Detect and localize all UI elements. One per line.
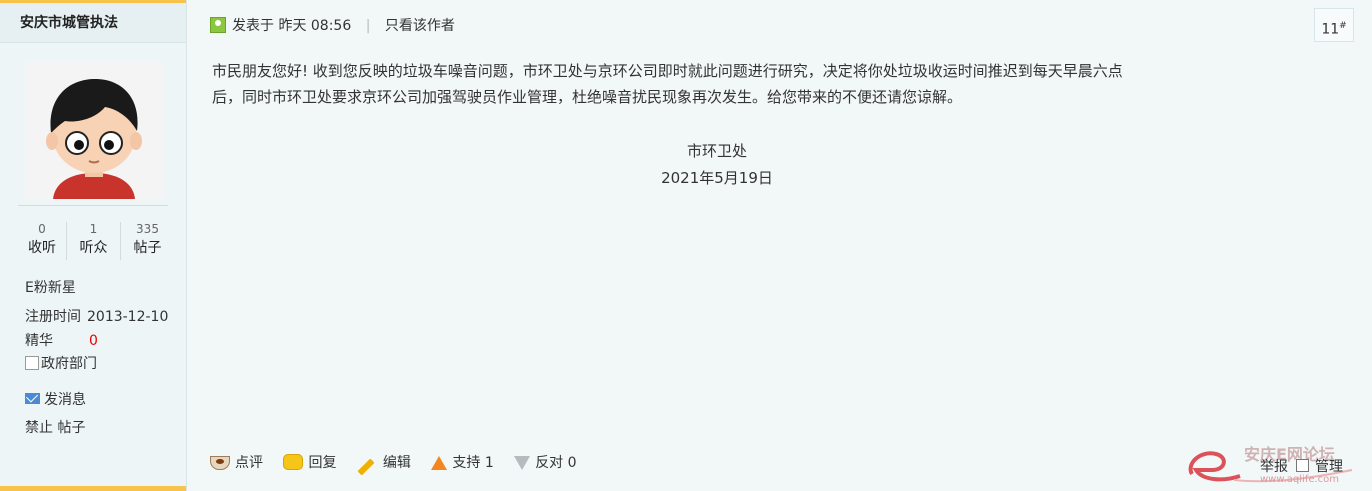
author-stats: 0 收听 1 听众 335 帖子	[18, 220, 168, 260]
ban-link[interactable]: 禁止	[25, 420, 53, 436]
edit-label: 编辑	[382, 455, 411, 471]
posted-label: 发表于	[232, 18, 274, 34]
manage-label[interactable]: 管理	[1315, 459, 1343, 475]
coffee-cup-icon	[210, 456, 230, 470]
signature-date: 2021年5月19日	[661, 169, 773, 187]
post-meta: 发表于 昨天 08:56 | 只看该作者	[210, 15, 455, 35]
post-content: 市民朋友您好! 收到您反映的垃圾车噪音问题，市环卫处与京环公司即时就此问题进行研…	[212, 58, 1142, 110]
floor-mark: #	[1339, 21, 1347, 31]
author-name[interactable]: 安庆市城管执法	[0, 3, 186, 43]
author-sidebar: 安庆市城管执法 0 收听 1 听众 335 帖子 E粉新星 注册时间 2013-…	[0, 0, 187, 491]
manage-checkbox[interactable]	[1296, 459, 1309, 472]
stat-followers-label: 听众	[79, 240, 108, 256]
reply-label: 回复	[308, 455, 337, 471]
stat-posts-count: 335	[136, 222, 159, 236]
post-actions: 点评 回复 编辑 支持 1 反对 0	[210, 452, 593, 476]
edit-button[interactable]: 编辑	[357, 452, 411, 476]
comment-label: 点评	[235, 455, 263, 471]
stat-followers[interactable]: 1 听众	[67, 220, 120, 258]
speech-bubble-icon	[283, 454, 304, 470]
stat-following-label: 收听	[28, 240, 56, 256]
report-link[interactable]: 举报	[1260, 459, 1288, 475]
admin-row: 禁止 帖子	[25, 418, 85, 438]
user-rank[interactable]: E粉新星	[25, 278, 76, 298]
send-message-label: 发消息	[44, 392, 86, 408]
floor-number-value: 11	[1321, 21, 1340, 38]
register-date-value: 2013-12-10	[87, 309, 169, 325]
post-body: 市民朋友您好! 收到您反映的垃圾车噪音问题，市环卫处与京环公司即时就此问题进行研…	[212, 62, 1123, 106]
post-main: 发表于 昨天 08:56 | 只看该作者 11# 市民朋友您好! 收到您反映的垃…	[187, 0, 1372, 491]
mail-icon	[25, 393, 40, 404]
support-label: 支持	[452, 455, 481, 471]
comment-button[interactable]: 点评	[210, 452, 263, 472]
floor-number[interactable]: 11#	[1314, 8, 1354, 42]
group-badge-alt: 政府部门	[41, 356, 97, 372]
arrow-down-icon	[514, 456, 531, 470]
essence-row: 精华 0	[25, 331, 98, 351]
pencil-icon	[357, 458, 375, 476]
register-date-row: 注册时间 2013-12-10	[25, 307, 168, 327]
reply-button[interactable]: 回复	[283, 452, 336, 472]
oppose-count: 0	[567, 455, 577, 471]
moderation-actions: 举报 管理	[1260, 456, 1343, 476]
online-user-icon	[210, 17, 226, 33]
avatar-divider	[18, 205, 168, 206]
posted-time: 昨天 08:56	[278, 18, 352, 34]
oppose-button[interactable]: 反对 0	[514, 452, 577, 472]
support-button[interactable]: 支持 1	[431, 452, 494, 472]
stat-followers-count: 1	[89, 222, 98, 236]
signature-org: 市环卫处	[686, 142, 747, 160]
oppose-label: 反对	[535, 455, 564, 471]
group-badge: 政府部门	[25, 354, 97, 374]
posts-link[interactable]: 帖子	[57, 420, 85, 436]
stat-following[interactable]: 0 收听	[18, 220, 66, 258]
author-only-link[interactable]: 只看该作者	[385, 18, 455, 34]
essence-label: 精华	[25, 333, 53, 349]
broken-image-icon	[25, 356, 39, 370]
stat-posts[interactable]: 335 帖子	[121, 220, 174, 258]
sidebar-bottom-accent	[0, 486, 186, 491]
support-count: 1	[484, 455, 494, 471]
send-message-link[interactable]: 发消息	[25, 390, 86, 410]
register-date-label: 注册时间	[25, 309, 81, 325]
essence-value: 0	[89, 333, 98, 349]
arrow-up-icon	[431, 456, 448, 470]
meta-separator: |	[365, 18, 371, 34]
stat-posts-label: 帖子	[133, 240, 162, 256]
avatar[interactable]	[25, 61, 163, 199]
stat-following-count: 0	[38, 222, 46, 236]
